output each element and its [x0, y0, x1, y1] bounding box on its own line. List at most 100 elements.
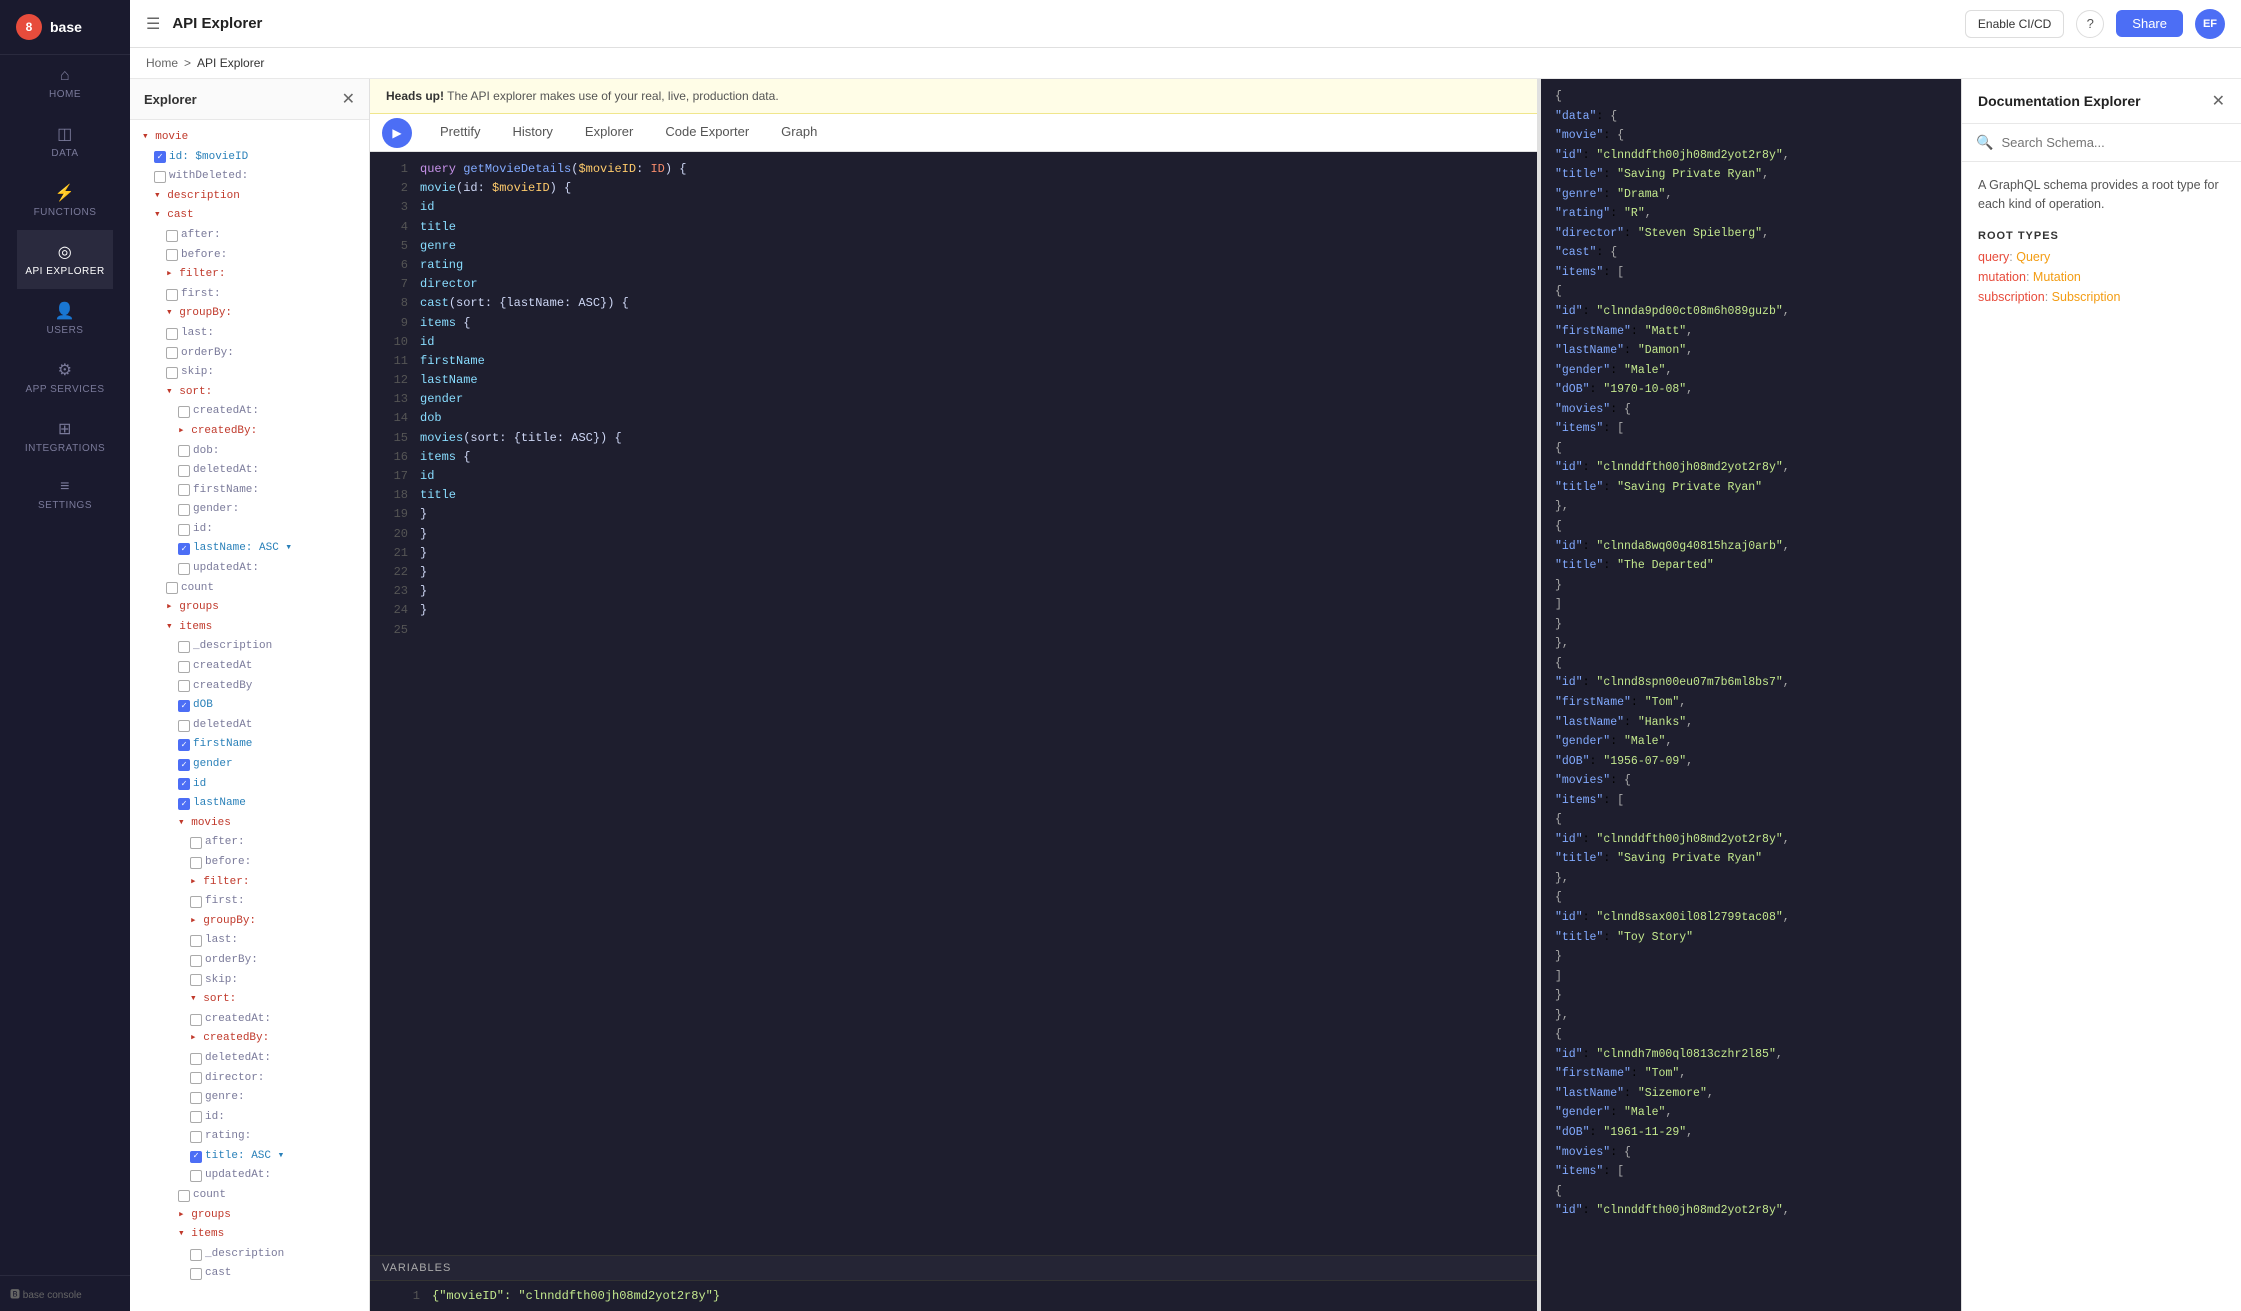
result-line: "id": "clnnddfth00jh08md2yot2r8y", — [1553, 830, 1949, 850]
explorer-tree-item[interactable]: ✓lastName: ASC ▾ — [130, 539, 369, 559]
explorer-tree-item[interactable]: ✓firstName — [130, 735, 369, 755]
explorer-tree-section[interactable]: ▸ groups — [130, 1206, 369, 1226]
explorer-tree-item[interactable]: deletedAt: — [130, 461, 369, 481]
tab-prettify[interactable]: Prettify — [424, 114, 496, 151]
explorer-tree-item[interactable]: orderBy: — [130, 344, 369, 364]
explorer-tree-item[interactable]: last: — [130, 324, 369, 344]
root-type-prefix[interactable]: query — [1978, 250, 2009, 264]
tab-explorer[interactable]: Explorer — [569, 114, 649, 151]
tree-checkbox — [190, 1014, 202, 1026]
explorer-tree-section[interactable]: ▾ items — [130, 1225, 369, 1245]
explorer-tree-item[interactable]: cast — [130, 1264, 369, 1284]
avatar[interactable]: EF — [2195, 9, 2225, 39]
explorer-tree-item[interactable]: ✓gender — [130, 755, 369, 775]
explorer-tree-section[interactable]: ▾ items — [130, 618, 369, 638]
breadcrumb-home[interactable]: Home — [146, 56, 178, 70]
explorer-tree-item[interactable]: first: — [130, 285, 369, 305]
warning-text: The API explorer makes use of your real,… — [447, 89, 779, 103]
explorer-tree-item[interactable]: deletedAt — [130, 716, 369, 736]
play-button[interactable]: ▶ — [382, 118, 412, 148]
enable-ci-cd-button[interactable]: Enable CI/CD — [1965, 10, 2064, 38]
sidebar-item-app-services[interactable]: ⚙APP SERVICES — [17, 348, 113, 407]
explorer-tree-item[interactable]: genre: — [130, 1088, 369, 1108]
explorer-tree-item[interactable]: gender: — [130, 500, 369, 520]
explorer-tree-section[interactable]: ▸ filter: — [130, 873, 369, 893]
explorer-tree-item[interactable]: count — [130, 579, 369, 599]
sidebar-item-api-explorer[interactable]: ◎API EXPLORER — [17, 230, 113, 289]
root-type-value[interactable]: Subscription — [2052, 290, 2121, 304]
explorer-tree-section[interactable]: ▸ filter: — [130, 265, 369, 285]
result-line: { — [1553, 810, 1949, 830]
sidebar-item-users[interactable]: 👤USERS — [17, 289, 113, 348]
explorer-tree-section[interactable]: ▾ groupBy: — [130, 304, 369, 324]
explorer-tree-section[interactable]: ▸ createdBy: — [130, 1029, 369, 1049]
result-line: "dOB": "1961-11-29", — [1553, 1123, 1949, 1143]
code-line: 10 id — [370, 333, 1537, 352]
explorer-tree-item[interactable]: last: — [130, 931, 369, 951]
explorer-tree-section[interactable]: ▾ description — [130, 187, 369, 207]
explorer-tree-item[interactable]: count — [130, 1186, 369, 1206]
explorer-tree-item[interactable]: ✓lastName — [130, 794, 369, 814]
sidebar-item-data[interactable]: ◫DATA — [17, 112, 113, 171]
explorer-tree-item[interactable]: createdAt: — [130, 402, 369, 422]
explorer-tree-item[interactable]: skip: — [130, 363, 369, 383]
sidebar-item-functions[interactable]: ⚡FUNCTIONS — [17, 171, 113, 230]
menu-icon[interactable]: ☰ — [146, 14, 160, 34]
explorer-tree-item[interactable]: director: — [130, 1069, 369, 1089]
share-button[interactable]: Share — [2116, 10, 2183, 37]
sidebar-item-home[interactable]: ⌂HOME — [17, 55, 113, 112]
explorer-tree-item[interactable]: deletedAt: — [130, 1049, 369, 1069]
code-editor[interactable]: 1query getMovieDetails($movieID: ID) {2 … — [370, 152, 1537, 1255]
code-area[interactable]: 1query getMovieDetails($movieID: ID) {2 … — [370, 152, 1537, 1311]
explorer-tree-item[interactable]: id: — [130, 520, 369, 540]
help-button[interactable]: ? — [2076, 10, 2104, 38]
explorer-tree-item[interactable]: before: — [130, 853, 369, 873]
explorer-tree-item[interactable]: after: — [130, 833, 369, 853]
explorer-tree-item[interactable]: _description — [130, 1245, 369, 1265]
explorer-tree-section[interactable]: ▸ groupBy: — [130, 912, 369, 932]
explorer-tree-section[interactable]: ▾ movie — [130, 128, 369, 148]
doc-explorer-close-button[interactable]: ✕ — [2212, 91, 2225, 111]
variables-value: {"movieID": "clnnddfth00jh08md2yot2r8y"} — [432, 1289, 720, 1303]
sidebar-item-integrations[interactable]: ⊞INTEGRATIONS — [17, 407, 113, 466]
explorer-tree-section[interactable]: ▾ cast — [130, 206, 369, 226]
explorer-tree-item[interactable]: createdAt — [130, 657, 369, 677]
explorer-tree-section[interactable]: ▾ sort: — [130, 383, 369, 403]
root-type-value[interactable]: Mutation — [2033, 270, 2081, 284]
explorer-tree-item[interactable]: ✓title: ASC ▾ — [130, 1147, 369, 1167]
explorer-tree-item[interactable]: withDeleted: — [130, 167, 369, 187]
explorer-tree-item[interactable]: ✓id — [130, 775, 369, 795]
explorer-tree-item[interactable]: firstName: — [130, 481, 369, 501]
tab-history[interactable]: History — [496, 114, 568, 151]
explorer-tree-item[interactable]: _description — [130, 637, 369, 657]
doc-search-input[interactable] — [2001, 135, 2227, 150]
tree-checkbox: ✓ — [178, 778, 190, 790]
tab-graph[interactable]: Graph — [765, 114, 833, 151]
explorer-tree-item[interactable]: skip: — [130, 971, 369, 991]
explorer-tree-section[interactable]: ▸ createdBy: — [130, 422, 369, 442]
tab-code-exporter[interactable]: Code Exporter — [649, 114, 765, 151]
explorer-tree-item[interactable]: first: — [130, 892, 369, 912]
sidebar-item-settings[interactable]: ≡SETTINGS — [17, 466, 113, 523]
explorer-tree-item[interactable]: createdAt: — [130, 1010, 369, 1030]
explorer-tree-item[interactable]: after: — [130, 226, 369, 246]
explorer-tree-section[interactable]: ▸ groups — [130, 598, 369, 618]
explorer-tree-item[interactable]: orderBy: — [130, 951, 369, 971]
explorer-tree-item[interactable]: before: — [130, 246, 369, 266]
explorer-tree-item[interactable]: id: — [130, 1108, 369, 1128]
explorer-tree-item[interactable]: dob: — [130, 442, 369, 462]
explorer-tree-item[interactable]: updatedAt: — [130, 559, 369, 579]
root-type-prefix[interactable]: subscription — [1978, 290, 2045, 304]
result-line: "id": "clnnddfth00jh08md2yot2r8y", — [1553, 1201, 1949, 1221]
explorer-tree-section[interactable]: ▾ movies — [130, 814, 369, 834]
explorer-tree-item[interactable]: createdBy — [130, 677, 369, 697]
explorer-close-button[interactable]: ✕ — [342, 89, 355, 109]
explorer-tree-section[interactable]: ▾ sort: — [130, 990, 369, 1010]
explorer-tree-item[interactable]: ✓id: $movieID — [130, 148, 369, 168]
explorer-tree-item[interactable]: updatedAt: — [130, 1166, 369, 1186]
explorer-tree-item[interactable]: rating: — [130, 1127, 369, 1147]
variables-content[interactable]: 1 {"movieID": "clnnddfth00jh08md2yot2r8y… — [370, 1281, 1537, 1311]
explorer-tree-item[interactable]: ✓dOB — [130, 696, 369, 716]
root-type-prefix[interactable]: mutation — [1978, 270, 2026, 284]
root-type-value[interactable]: Query — [2016, 250, 2050, 264]
